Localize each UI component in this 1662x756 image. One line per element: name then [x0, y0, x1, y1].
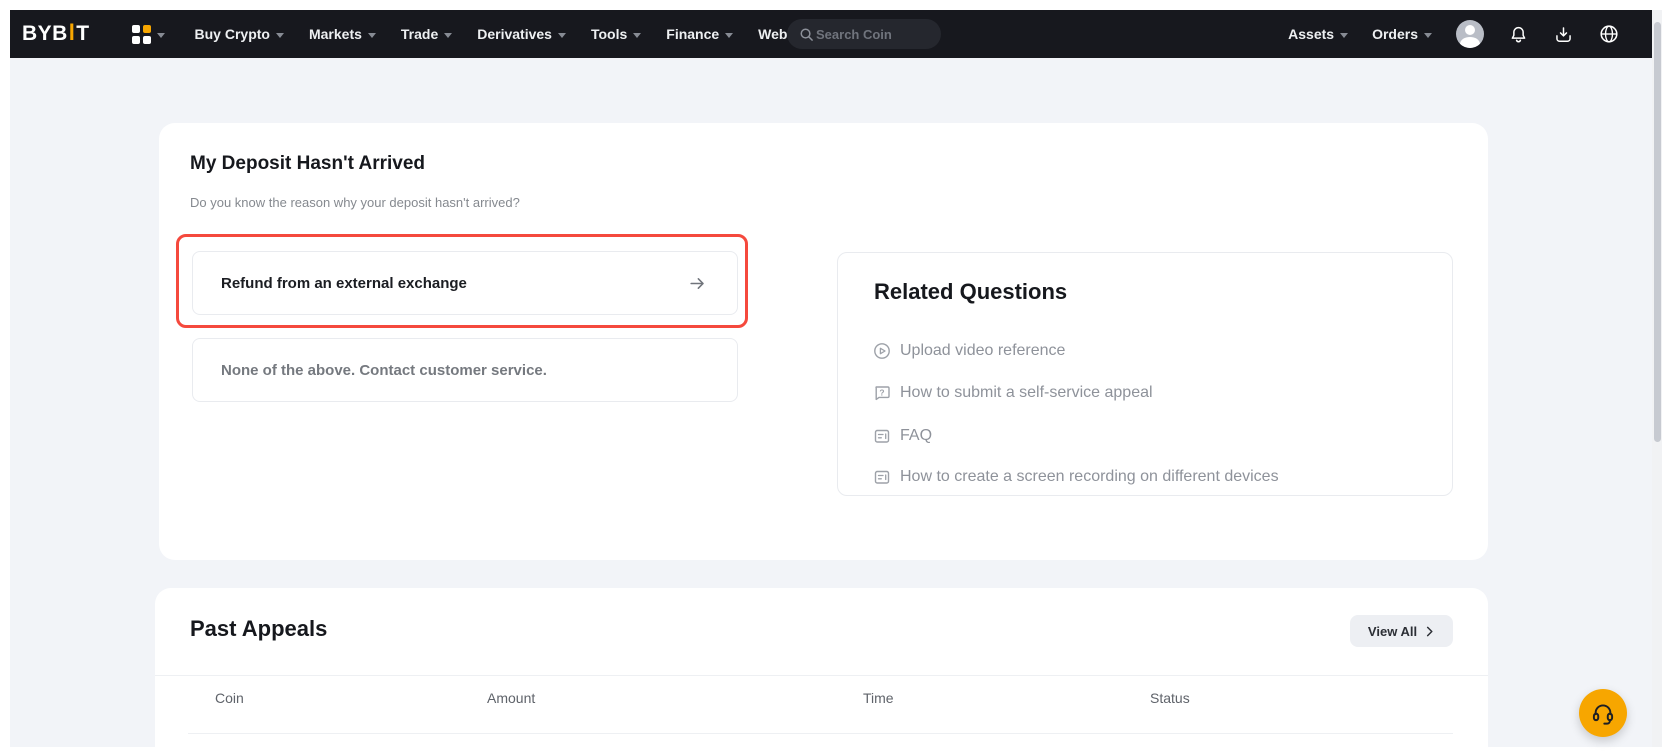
nav-menu: Buy Crypto Markets Trade Derivatives Too…: [195, 26, 810, 42]
nav-item-tools[interactable]: Tools: [591, 26, 641, 42]
chevron-down-icon: [1340, 33, 1348, 38]
coin-search-box[interactable]: [787, 19, 941, 49]
view-all-button[interactable]: View All: [1350, 615, 1453, 647]
nav-item-derivatives[interactable]: Derivatives: [477, 26, 566, 42]
navbar-right: Assets Orders: [1288, 10, 1620, 58]
nav-item-assets[interactable]: Assets: [1288, 26, 1348, 42]
related-questions-panel: Related Questions Upload video reference…: [837, 252, 1453, 496]
option-refund-external-exchange[interactable]: Refund from an external exchange: [192, 251, 738, 315]
chevron-down-icon: [276, 33, 284, 38]
related-question-upload-video[interactable]: Upload video reference: [873, 342, 1065, 360]
document-icon: [873, 427, 891, 445]
download-icon: [1553, 24, 1574, 45]
page-title: My Deposit Hasn't Arrived: [190, 153, 425, 175]
logo-text-pre: BYB: [22, 22, 68, 46]
svg-text:?: ?: [879, 387, 884, 397]
related-question-screen-recording[interactable]: How to create a screen recording on diff…: [873, 468, 1279, 486]
related-questions-title: Related Questions: [874, 279, 1067, 305]
download-app-button[interactable]: [1553, 24, 1574, 45]
document-icon: [873, 468, 891, 486]
apps-grid-icon: [132, 25, 151, 44]
past-appeals-card: Past Appeals View All Coin Amount Time S…: [155, 588, 1488, 747]
globe-icon: [1598, 23, 1620, 45]
chevron-down-icon: [558, 33, 566, 38]
page-subtitle: Do you know the reason why your deposit …: [190, 195, 520, 210]
option-label: Refund from an external exchange: [221, 275, 467, 292]
bybit-logo[interactable]: BYBIT: [22, 22, 90, 46]
logo-text-post: T: [76, 22, 89, 46]
column-header-amount: Amount: [487, 690, 535, 706]
option-label: None of the above. Contact customer serv…: [221, 362, 547, 379]
divider: [188, 733, 1453, 734]
bell-icon: [1508, 24, 1529, 45]
logo-accent-letter: I: [69, 19, 75, 47]
chevron-down-icon: [1424, 33, 1432, 38]
past-appeals-title: Past Appeals: [190, 616, 327, 642]
chevron-down-icon: [725, 33, 733, 38]
deposit-not-arrived-card: My Deposit Hasn't Arrived Do you know th…: [159, 123, 1488, 560]
navbar-left: BYBIT Buy Crypto Markets Trade Derivativ…: [10, 10, 809, 58]
chevron-down-icon: [368, 33, 376, 38]
search-input[interactable]: [814, 26, 928, 43]
chevron-down-icon: [633, 33, 641, 38]
play-circle-icon: [873, 342, 891, 360]
apps-menu-button[interactable]: [132, 25, 165, 44]
user-avatar[interactable]: [1456, 20, 1484, 48]
chevron-right-icon: [1424, 626, 1435, 637]
support-chat-button[interactable]: [1579, 689, 1627, 737]
chevron-down-icon: [444, 33, 452, 38]
top-navbar: BYBIT Buy Crypto Markets Trade Derivativ…: [10, 10, 1652, 58]
vertical-scrollbar[interactable]: [1652, 10, 1662, 747]
headset-icon: [1590, 700, 1616, 726]
notifications-button[interactable]: [1508, 24, 1529, 45]
nav-item-trade[interactable]: Trade: [401, 26, 452, 42]
related-question-self-service-appeal[interactable]: ? How to submit a self-service appeal: [873, 384, 1153, 402]
chevron-down-icon: [157, 33, 165, 38]
column-header-time: Time: [863, 690, 894, 706]
nav-item-buy-crypto[interactable]: Buy Crypto: [195, 26, 284, 42]
column-header-coin: Coin: [215, 690, 244, 706]
content-area: My Deposit Hasn't Arrived Do you know th…: [10, 58, 1652, 747]
bybit-help-page: BYBIT Buy Crypto Markets Trade Derivativ…: [0, 0, 1662, 756]
arrow-right-icon: [688, 274, 707, 293]
question-bubble-icon: ?: [873, 384, 891, 402]
scrollbar-thumb[interactable]: [1654, 22, 1661, 442]
column-header-status: Status: [1150, 690, 1190, 706]
nav-item-finance[interactable]: Finance: [666, 26, 733, 42]
related-question-faq[interactable]: FAQ: [873, 427, 932, 445]
divider: [155, 675, 1488, 676]
search-icon: [799, 27, 814, 42]
nav-item-markets[interactable]: Markets: [309, 26, 376, 42]
option-contact-customer-service[interactable]: None of the above. Contact customer serv…: [192, 338, 738, 402]
language-globe-button[interactable]: [1598, 23, 1620, 45]
nav-item-orders[interactable]: Orders: [1372, 26, 1432, 42]
